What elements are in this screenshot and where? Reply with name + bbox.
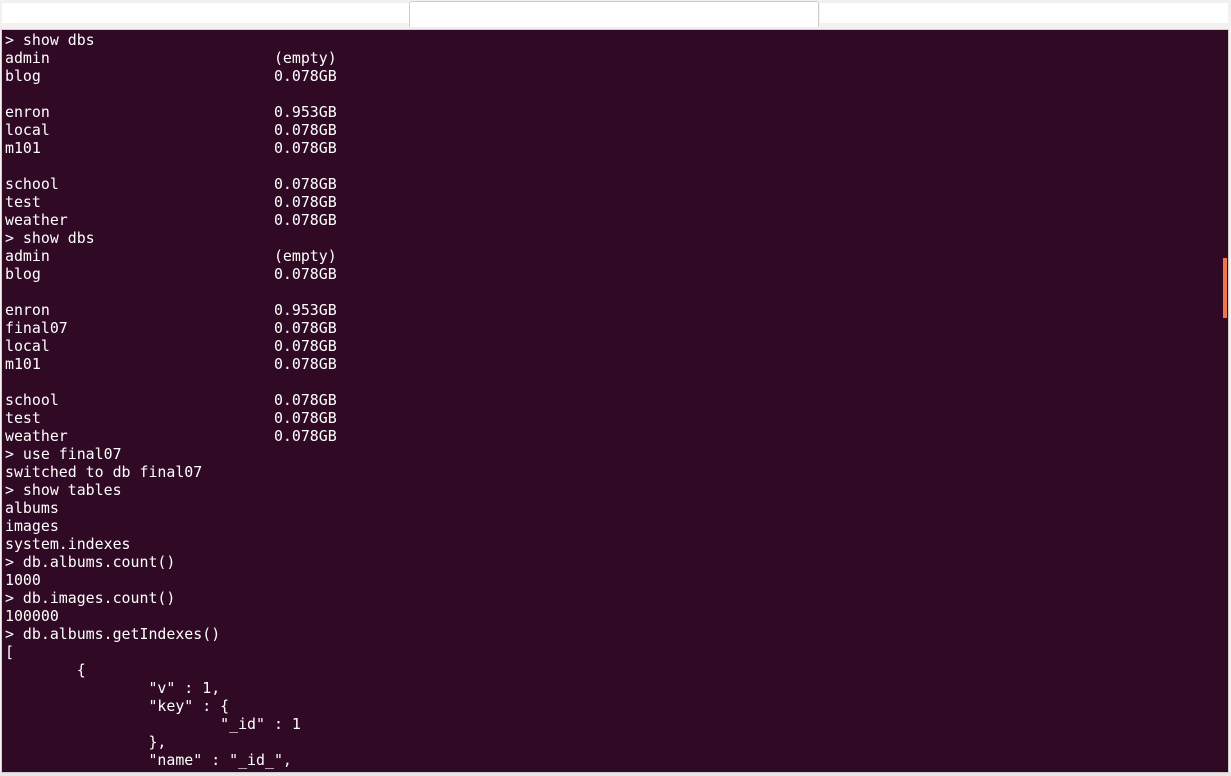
terminal-line: admin (empty) (5, 247, 337, 265)
tab-3[interactable] (820, 3, 1228, 23)
terminal-line: > db.images.count() (5, 589, 176, 607)
terminal-line: { (5, 661, 86, 679)
terminal-line: 100000 (5, 607, 59, 625)
terminal-line: > show dbs (5, 229, 95, 247)
terminal-line: local 0.078GB (5, 121, 337, 139)
terminal-line: test 0.078GB (5, 409, 337, 427)
terminal-line: 1000 (5, 571, 41, 589)
tab-bar (0, 0, 1231, 28)
terminal-line: school 0.078GB (5, 175, 337, 193)
terminal-line: > show dbs (5, 31, 95, 49)
terminal-line: > db.albums.count() (5, 553, 176, 571)
terminal-line: enron 0.953GB (5, 103, 337, 121)
terminal-line: }, (5, 733, 167, 751)
terminal-line: switched to db final07 (5, 463, 203, 481)
terminal-line: enron 0.953GB (5, 301, 337, 319)
terminal-line: > use final07 (5, 445, 122, 463)
terminal-line: admin (empty) (5, 49, 337, 67)
terminal-line: [ (5, 643, 14, 661)
terminal-line: m101 0.078GB (5, 355, 337, 373)
terminal-line: school 0.078GB (5, 391, 337, 409)
terminal-line: system.indexes (5, 535, 131, 553)
scrollbar-thumb[interactable] (1223, 258, 1227, 318)
terminal-line: local 0.078GB (5, 337, 337, 355)
terminal-line: final07 0.078GB (5, 319, 337, 337)
tab-2-active[interactable] (409, 1, 819, 27)
terminal-line: "name" : "_id_", (5, 751, 292, 769)
terminal-line: > show tables (5, 481, 122, 499)
tab-1[interactable] (2, 3, 409, 23)
terminal-line: "_id" : 1 (5, 715, 301, 733)
terminal-line: weather 0.078GB (5, 211, 337, 229)
terminal-line: "key" : { (5, 697, 230, 715)
terminal-line: > db.albums.getIndexes() (5, 625, 221, 643)
terminal-line: blog 0.078GB (5, 265, 337, 283)
terminal-line: weather 0.078GB (5, 427, 337, 445)
terminal-line: albums (5, 499, 59, 517)
terminal-lines: > show dbs admin (empty) blog 0.078GB enron… (5, 31, 337, 769)
terminal-line: "v" : 1, (5, 679, 221, 697)
terminal-line: m101 0.078GB (5, 139, 337, 157)
terminal-line: blog 0.078GB (5, 67, 337, 85)
terminal-line: test 0.078GB (5, 193, 337, 211)
terminal-line: images (5, 517, 59, 535)
terminal-output[interactable]: > show dbs admin (empty) blog 0.078GB enron… (1, 29, 1229, 773)
